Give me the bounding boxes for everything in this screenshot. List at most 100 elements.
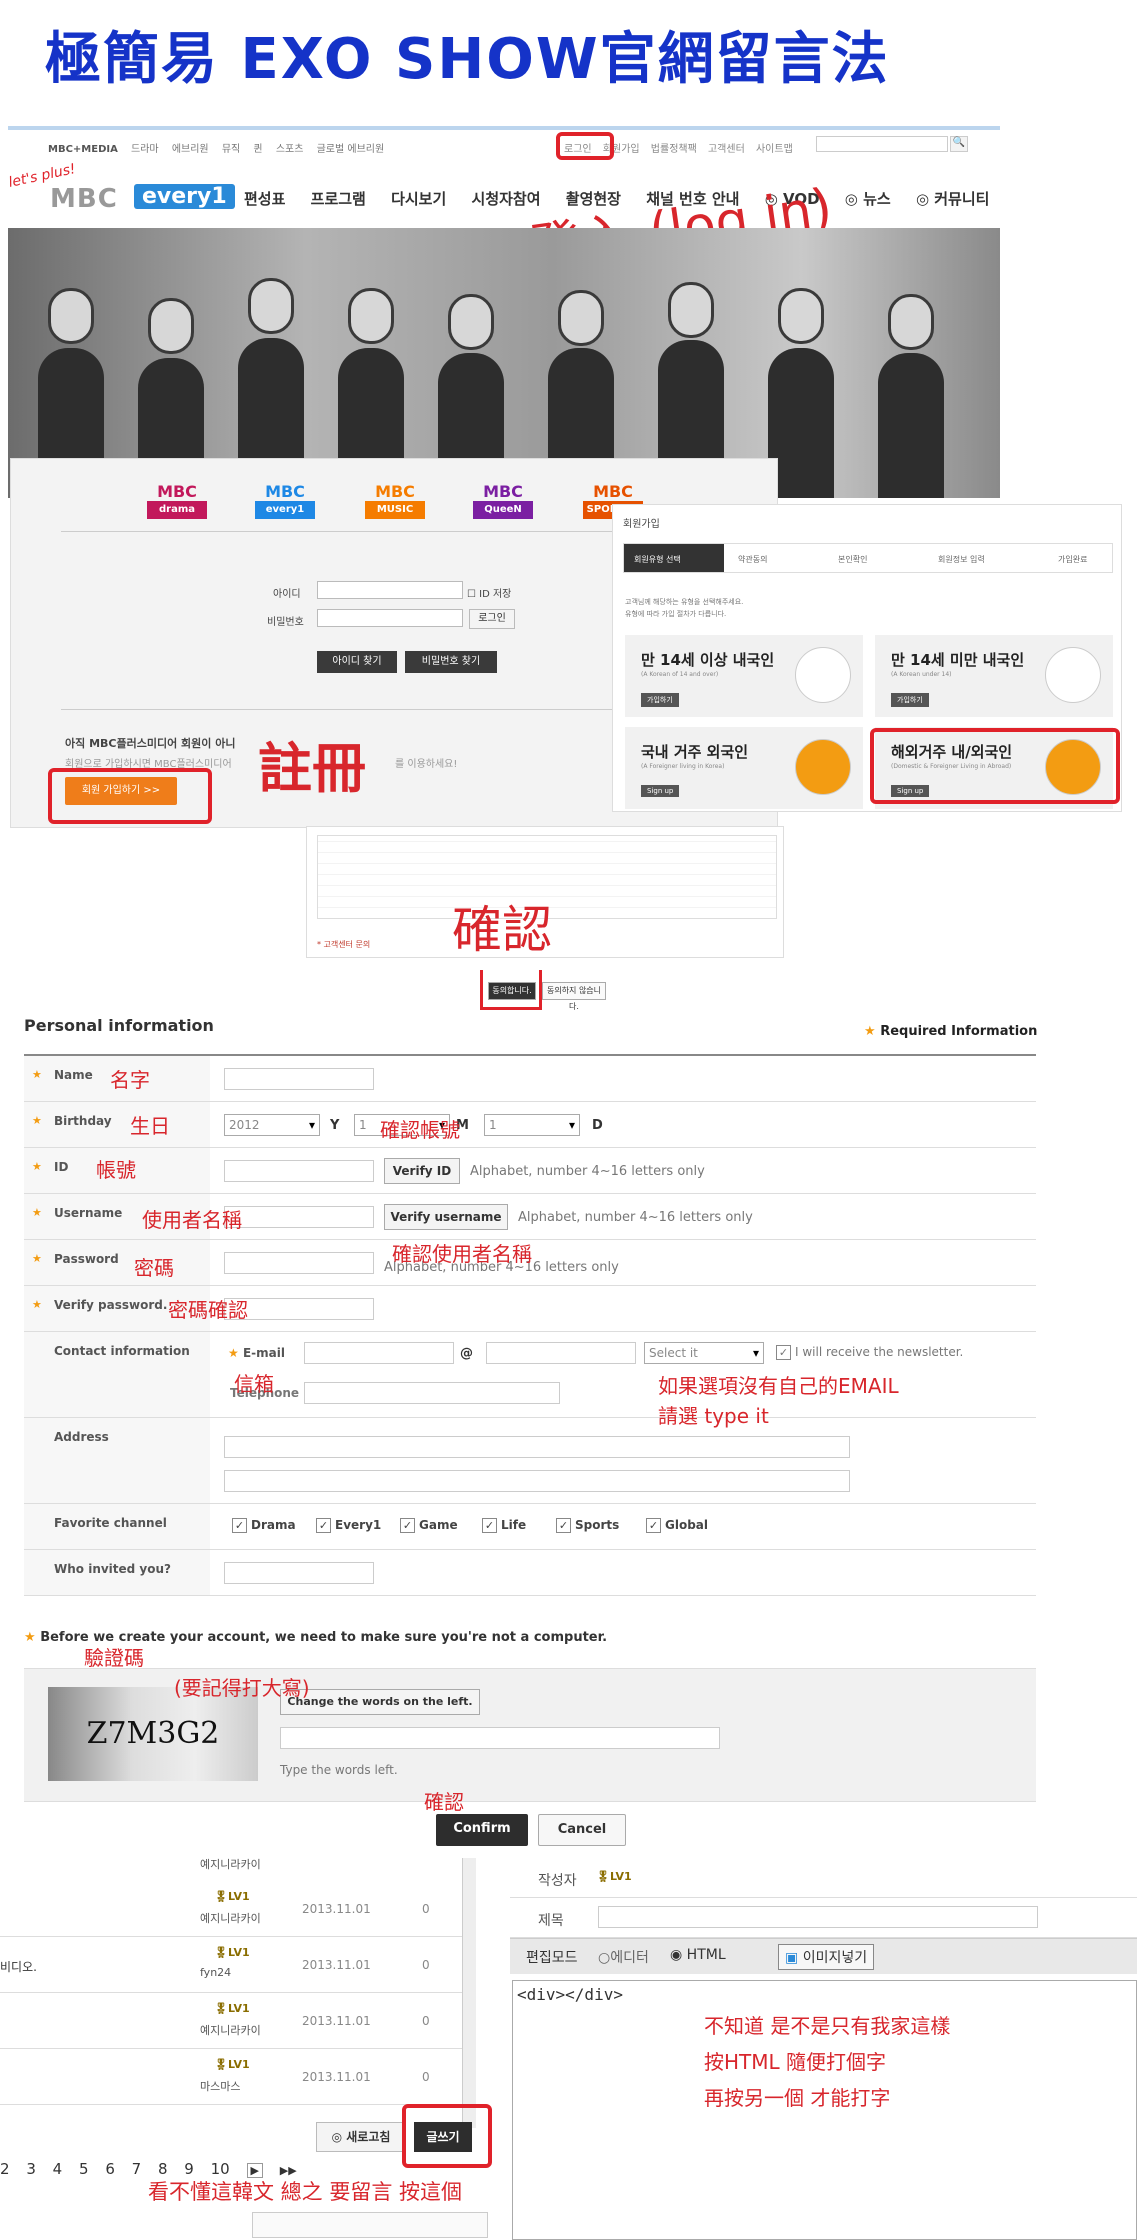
member-card-foreigner[interactable]: 국내 거주 외국인 (A Foreigner living in Korea) … (625, 727, 863, 809)
change-words-button[interactable]: Change the words on the left. (280, 1689, 480, 1715)
channel-checkbox[interactable]: ✓ Sports (556, 1518, 619, 1533)
field-label-cell: Who invited you? (24, 1550, 210, 1595)
verify-password-label: Verify password. (54, 1298, 168, 1312)
table-row[interactable]: 🎖LV1 예지니라카이 2013.11.01 0 (0, 1882, 470, 1937)
sitemap-link[interactable]: 사이트맵 (756, 144, 793, 155)
find-id-button[interactable]: 아이디 찾기 (317, 651, 397, 673)
cancel-button[interactable]: Cancel (538, 1814, 626, 1846)
main-nav-item[interactable]: ◎ 커뮤니티 (916, 190, 990, 208)
main-nav-item[interactable]: 프로그램 (311, 190, 366, 208)
required-star-icon: ★ (32, 1206, 42, 1219)
insert-image-button[interactable]: ▣ 이미지넣기 (778, 1944, 875, 1970)
invited-input[interactable] (224, 1562, 374, 1584)
member-card-adult[interactable]: 만 14세 이상 내국인 (A Korean of 14 and over) 가… (625, 635, 863, 717)
page-link[interactable]: 6 (105, 2160, 115, 2178)
top-nav-item[interactable]: MBC+MEDIA (48, 144, 118, 155)
channel-logo-every1[interactable]: MBC every1 (255, 483, 315, 519)
birth-year-select[interactable]: 2012 ▾ (224, 1114, 320, 1136)
level-icon: 🎖 (214, 1946, 228, 1959)
list-item-title[interactable]: 비디오. (0, 1958, 37, 1975)
chevron-down-icon: ▾ (568, 1118, 575, 1132)
channel-logo-music[interactable]: MBC MUSIC (365, 483, 425, 519)
level-text: LV1 (227, 1946, 250, 1959)
name-input[interactable] (224, 1068, 374, 1090)
email-user-input[interactable] (304, 1342, 454, 1364)
id-note: 帳號 (96, 1158, 136, 1182)
scrollbar[interactable] (462, 1858, 476, 2128)
card-button[interactable]: 가입하기 (891, 693, 929, 707)
top-nav-item[interactable]: 뮤직 (222, 144, 240, 155)
member-card-minor[interactable]: 만 14세 미만 내국인 (A Korean under 14) 가입하기 (875, 635, 1113, 717)
level-badge: 🎖LV1 (214, 2002, 250, 2015)
search-input[interactable] (816, 136, 948, 152)
username-input[interactable] (224, 1206, 374, 1228)
verify-username-button[interactable]: Verify username (384, 1204, 508, 1230)
address-line2-input[interactable] (224, 1470, 850, 1492)
refresh-button[interactable]: ◎ 새로고침 (316, 2122, 406, 2152)
top-nav-item[interactable]: 드라마 (131, 144, 159, 155)
top-nav-item[interactable]: 글로벌 에브리원 (317, 144, 385, 155)
channel-logo-queen[interactable]: MBC QueeN (473, 483, 533, 519)
newsletter-checkbox[interactable]: ✓ I will receive the newsletter. (776, 1345, 963, 1360)
card-button[interactable]: 가입하기 (641, 693, 679, 707)
channel-checkbox[interactable]: ✓ Drama (232, 1518, 296, 1533)
main-nav-item[interactable]: 시청자참여 (472, 190, 541, 208)
confirm-button[interactable]: Confirm (436, 1814, 528, 1846)
every1-logo[interactable]: every1 (134, 184, 235, 209)
mode-html-radio[interactable]: ◉ HTML (670, 1947, 726, 1963)
check-icon: ✓ (400, 1518, 415, 1533)
id-label: ID (54, 1160, 69, 1174)
telephone-input[interactable] (304, 1382, 560, 1404)
email-domain-input[interactable] (486, 1342, 636, 1364)
email-domain-select[interactable]: Select it ▾ (644, 1342, 764, 1364)
mbc-logo[interactable]: MBC (50, 184, 118, 214)
top-nav-item[interactable]: 에브리원 (172, 144, 209, 155)
write-highlight (402, 2104, 492, 2168)
subject-input[interactable] (598, 1906, 1038, 1928)
channel-checkbox[interactable]: ✓ Life (482, 1518, 526, 1533)
save-id-checkbox[interactable]: ☐ ID 저장 (467, 585, 511, 600)
search-icon[interactable]: 🔍 (950, 136, 968, 152)
invited-label: Who invited you? (54, 1562, 172, 1576)
top-nav-item[interactable]: 퀸 (253, 144, 262, 155)
card-button[interactable]: Sign up (641, 785, 680, 797)
page-link[interactable]: 7 (132, 2160, 142, 2178)
main-nav-item[interactable]: 편성표 (244, 190, 285, 208)
birth-day-select[interactable]: 1 ▾ (484, 1114, 580, 1136)
id-input[interactable] (317, 581, 463, 599)
channel-checkbox[interactable]: ✓ Game (400, 1518, 458, 1533)
page-link[interactable]: 3 (26, 2160, 36, 2178)
main-nav-item[interactable]: ◎ 뉴스 (845, 190, 891, 208)
channel-logo-drama[interactable]: MBC drama (147, 483, 207, 519)
find-pw-button[interactable]: 비밀번호 찾기 (405, 651, 497, 673)
email-hint-note: 如果選項沒有自己的EMAIL (658, 1374, 899, 1398)
customer-center-link[interactable]: 고객센터 (708, 144, 745, 155)
page-link[interactable]: 2 (0, 2160, 10, 2178)
channel-checkbox[interactable]: ✓ Every1 (316, 1518, 381, 1533)
policy-link[interactable]: 법률정책팩 (651, 144, 697, 155)
table-row[interactable]: 비디오. 🎖LV1 fyn24 2013.11.01 0 (0, 1938, 470, 1993)
password-input[interactable] (224, 1252, 374, 1274)
mode-editor-radio[interactable]: ○에디터 (598, 1947, 649, 1967)
page-link[interactable]: 4 (53, 2160, 63, 2178)
year-unit: Y (330, 1118, 340, 1133)
pw-input[interactable] (317, 609, 463, 627)
author-row: 작성자 🎖LV1 (510, 1858, 1137, 1898)
channel-checkbox[interactable]: ✓ Global (646, 1518, 708, 1533)
main-nav-item[interactable]: 다시보기 (391, 190, 446, 208)
id-input[interactable] (224, 1160, 374, 1182)
table-row[interactable]: 🎖LV1 마스마스 2013.11.01 0 (0, 2050, 470, 2105)
insert-image-label: 이미지넣기 (802, 1950, 868, 1966)
table-row[interactable]: 🎖LV1 예지니라카이 2013.11.01 0 (0, 1994, 470, 2049)
address-line1-input[interactable] (224, 1436, 850, 1458)
page-link[interactable]: 5 (79, 2160, 89, 2178)
disagree-button[interactable]: 동의하지 않습니다. (542, 982, 606, 1011)
top-nav-item[interactable]: 스포츠 (276, 144, 304, 155)
verify-id-button[interactable]: Verify ID (384, 1158, 460, 1184)
search-input[interactable] (252, 2212, 488, 2238)
customer-center-link[interactable]: * 고객센터 문의 (317, 939, 370, 950)
list-item-count: 0 (422, 1902, 430, 1916)
login-button[interactable]: 로그인 (469, 609, 515, 629)
list-item-user: 예지니라카이 (200, 1858, 261, 1871)
captcha-input[interactable] (280, 1727, 720, 1749)
